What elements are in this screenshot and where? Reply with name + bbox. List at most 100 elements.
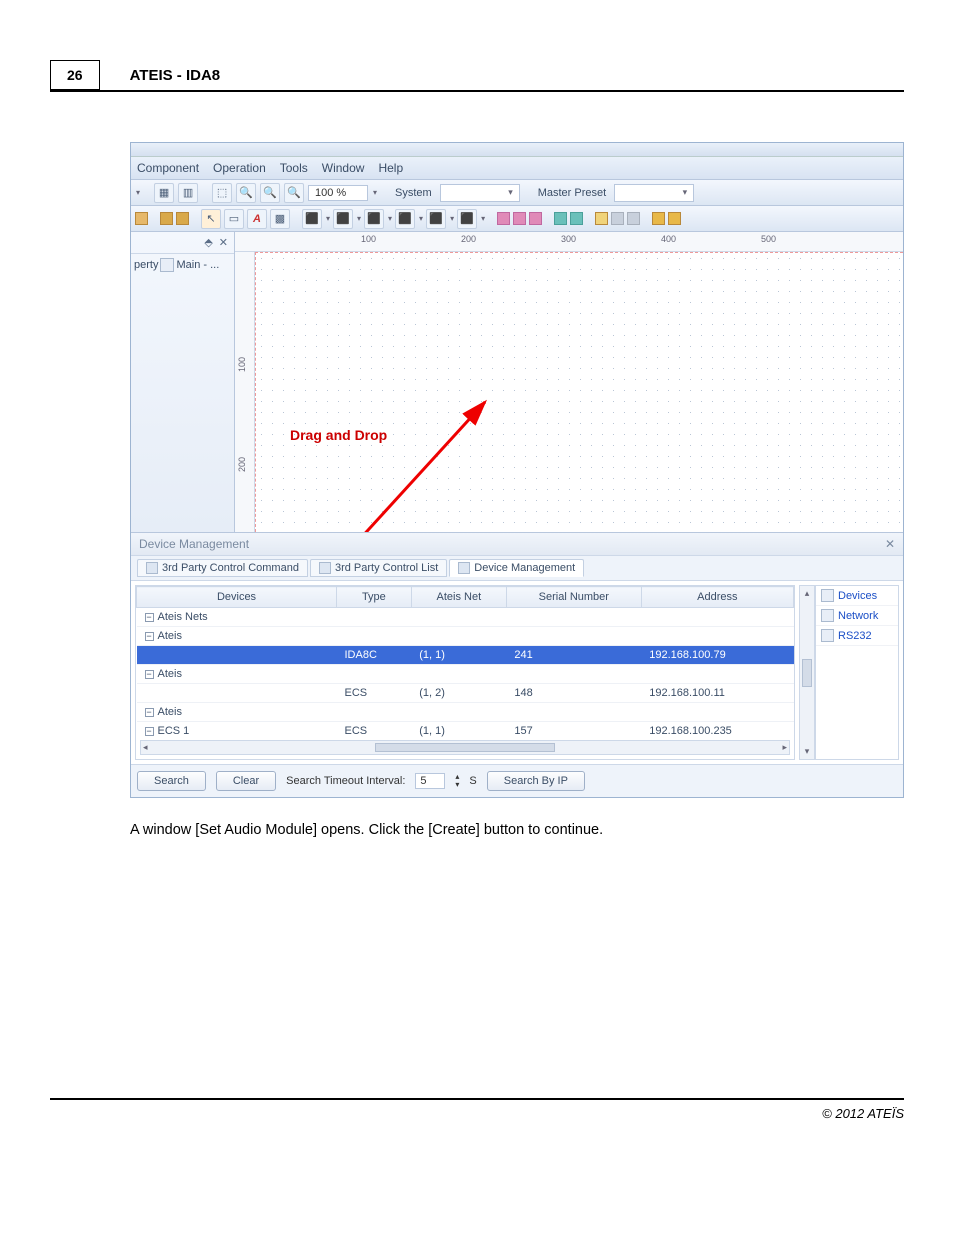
tool-icon[interactable]: [529, 212, 542, 225]
devices-icon: [821, 589, 834, 602]
table-row[interactable]: −ECS 1ECS(1, 1)157192.168.100.235: [137, 722, 794, 741]
tool-icon[interactable]: [627, 212, 640, 225]
ruler-vertical: 100 200: [235, 252, 255, 532]
col-ateisnet[interactable]: Ateis Net: [411, 587, 506, 608]
menu-operation[interactable]: Operation: [213, 161, 266, 175]
zoom-out-icon[interactable]: 🔍: [260, 183, 280, 203]
tool-icon[interactable]: [160, 212, 173, 225]
zoom-in-icon[interactable]: 🔍: [236, 183, 256, 203]
tool-icon[interactable]: [513, 212, 526, 225]
tab-3rd-party-list[interactable]: 3rd Party Control List: [310, 559, 447, 577]
grid2-icon[interactable]: ▥: [178, 183, 198, 203]
dropdown-icon[interactable]: ▾: [373, 188, 377, 197]
close-icon[interactable]: ✕: [885, 537, 895, 551]
rect-icon[interactable]: ▭: [224, 209, 244, 229]
timeout-label: Search Timeout Interval:: [286, 775, 405, 787]
side-panel: ⬘ ✕ perty Main - ...: [131, 232, 235, 532]
scroll-left-icon[interactable]: ◂: [143, 742, 148, 753]
dropdown-icon[interactable]: ▾: [136, 188, 140, 197]
scroll-thumb[interactable]: [802, 659, 812, 687]
page-number: 26: [50, 60, 100, 90]
page-footer: © 2012 ATEÏS: [50, 1098, 904, 1121]
side-tab-main[interactable]: Main - ...: [176, 259, 219, 271]
timeout-input[interactable]: 5: [415, 773, 445, 789]
search-button[interactable]: Search: [137, 771, 206, 791]
grid-icon[interactable]: ▦: [154, 183, 174, 203]
pointer-icon[interactable]: ↖: [201, 209, 221, 229]
tab-device-management[interactable]: Device Management: [449, 559, 584, 577]
tab-icon: [160, 258, 174, 272]
device-table: Devices Type Ateis Net Serial Number Add…: [136, 586, 794, 740]
tool-icon[interactable]: [652, 212, 665, 225]
align-icon[interactable]: ⬛: [457, 209, 477, 229]
tool-icon[interactable]: [668, 212, 681, 225]
close-icon[interactable]: ✕: [219, 236, 228, 249]
network-icon: [821, 609, 834, 622]
tree-root[interactable]: −Ateis Nets: [137, 608, 794, 627]
tool-icon[interactable]: [497, 212, 510, 225]
image-icon[interactable]: ▩: [270, 209, 290, 229]
menu-tools[interactable]: Tools: [280, 161, 308, 175]
tool-icon[interactable]: [176, 212, 189, 225]
zoom-value[interactable]: 100 %: [308, 185, 368, 201]
sidelist-rs232[interactable]: RS232: [816, 626, 898, 646]
sidelist-devices[interactable]: Devices: [816, 586, 898, 606]
table-row[interactable]: −Ateis: [137, 665, 794, 684]
toolbar-tools: ↖ ▭ A ▩ ⬛▾ ⬛▾ ⬛▾ ⬛▾ ⬛▾ ⬛▾: [131, 206, 903, 232]
text-icon[interactable]: A: [247, 209, 267, 229]
align-icon[interactable]: ⬛: [395, 209, 415, 229]
system-label: System: [395, 187, 432, 199]
timeout-unit: S: [469, 775, 476, 787]
zoom-icon[interactable]: 🔍: [284, 183, 304, 203]
ruler-horizontal: 100 200 300 400 500: [235, 232, 903, 252]
application-window: Component Operation Tools Window Help ▾ …: [130, 142, 904, 798]
tool-icon[interactable]: [554, 212, 567, 225]
system-combo[interactable]: [440, 184, 520, 202]
align-left-icon[interactable]: ⬛: [302, 209, 322, 229]
device-sidelist: Devices Network RS232: [815, 585, 899, 760]
col-type[interactable]: Type: [337, 587, 412, 608]
tool-icon[interactable]: [135, 212, 148, 225]
align-top-icon[interactable]: ⬛: [333, 209, 353, 229]
preset-label: Master Preset: [538, 187, 606, 199]
align-icon[interactable]: ⬛: [426, 209, 446, 229]
tab-icon: [458, 562, 470, 574]
col-devices[interactable]: Devices: [137, 587, 337, 608]
side-tab-property[interactable]: perty: [134, 259, 158, 271]
toolbar-main: ▾ ▦ ▥ ⬚ 🔍 🔍 🔍 100 % ▾ System Master Pres…: [131, 180, 903, 206]
tab-icon: [319, 562, 331, 574]
distribute-icon[interactable]: ⬛: [364, 209, 384, 229]
horizontal-scrollbar[interactable]: ◂▸: [140, 740, 790, 755]
scroll-down-icon[interactable]: ▾: [805, 746, 810, 757]
menu-component[interactable]: Component: [137, 161, 199, 175]
table-row[interactable]: ECS(1, 2)148192.168.100.11: [137, 684, 794, 703]
preset-combo[interactable]: [614, 184, 694, 202]
clear-button[interactable]: Clear: [216, 771, 276, 791]
tab-3rd-party-command[interactable]: 3rd Party Control Command: [137, 559, 308, 577]
vertical-scrollbar[interactable]: ▴ ▾: [799, 585, 815, 760]
menu-window[interactable]: Window: [322, 161, 365, 175]
panel-title: Device Management: [139, 537, 249, 551]
tool-icon[interactable]: [611, 212, 624, 225]
search-by-ip-button[interactable]: Search By IP: [487, 771, 585, 791]
scroll-right-icon[interactable]: ▸: [782, 742, 787, 753]
rs232-icon: [821, 629, 834, 642]
drag-drop-annotation: Drag and Drop: [290, 427, 387, 443]
fit-icon[interactable]: ⬚: [212, 183, 232, 203]
tab-icon: [146, 562, 158, 574]
table-row[interactable]: IDA8C(1, 1)241192.168.100.79: [137, 646, 794, 665]
scroll-thumb[interactable]: [375, 743, 555, 752]
table-row[interactable]: −Ateis: [137, 627, 794, 646]
pin-icon[interactable]: ⬘: [204, 236, 212, 249]
tool-icon[interactable]: [570, 212, 583, 225]
table-row[interactable]: −Ateis: [137, 703, 794, 722]
scroll-up-icon[interactable]: ▴: [805, 588, 810, 599]
device-management-panel: Device Management ✕ 3rd Party Control Co…: [131, 532, 903, 797]
col-serial[interactable]: Serial Number: [506, 587, 641, 608]
caption-text: A window [Set Audio Module] opens. Click…: [130, 822, 904, 838]
menu-help[interactable]: Help: [378, 161, 403, 175]
col-address[interactable]: Address: [641, 587, 793, 608]
design-canvas[interactable]: 100 200 300 400 500 100 200 Drag and Dro…: [235, 232, 903, 532]
tool-icon[interactable]: [595, 212, 608, 225]
sidelist-network[interactable]: Network: [816, 606, 898, 626]
